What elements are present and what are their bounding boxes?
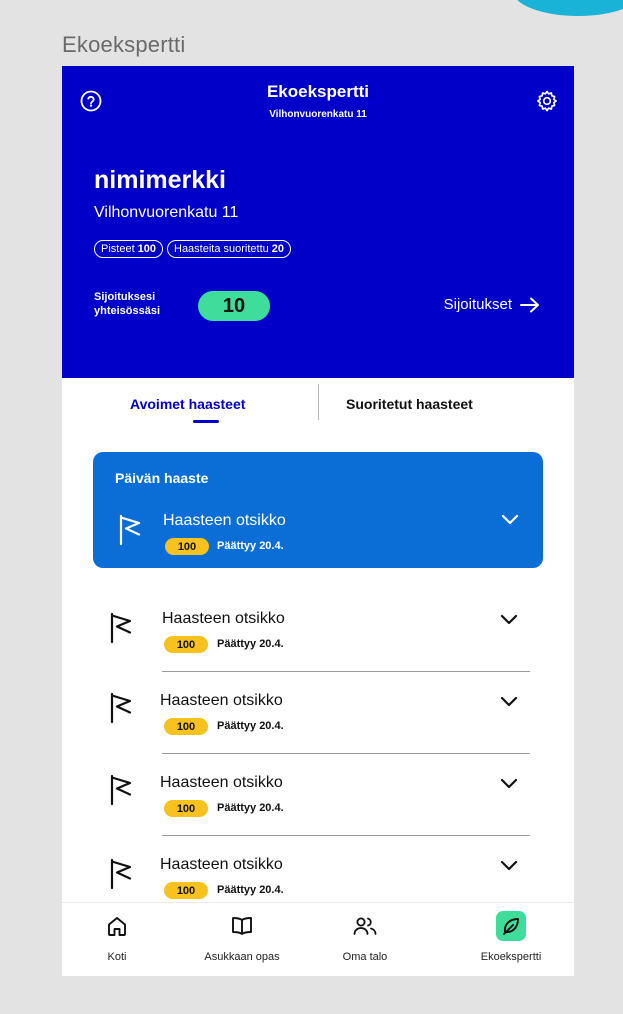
phone-screen: Ekoekspertti Vilhonvuorenkatu 11 nimimer… bbox=[62, 66, 574, 976]
leaf-icon bbox=[496, 911, 526, 941]
end-date: Päättyy 20.4. bbox=[217, 638, 284, 650]
gear-icon[interactable] bbox=[534, 88, 560, 114]
nav-item-ekoekspertti[interactable]: Ekoekspertti bbox=[458, 903, 564, 976]
row-divider bbox=[162, 835, 530, 836]
header: Ekoekspertti Vilhonvuorenkatu 11 nimimer… bbox=[62, 66, 574, 378]
completed-pill-label: Haasteita suoritettu bbox=[174, 243, 269, 255]
header-wave bbox=[62, 352, 574, 374]
daily-challenge-title: Haasteen otsikko bbox=[163, 512, 286, 529]
corner-accent bbox=[513, 0, 623, 16]
nav-item-oma-talo[interactable]: Oma talo bbox=[330, 903, 400, 976]
nav-label: Ekoekspertti bbox=[480, 951, 542, 963]
chevron-down-icon[interactable] bbox=[501, 514, 519, 526]
nav-item-asukkaan-opas[interactable]: Asukkaan opas bbox=[182, 903, 302, 976]
tab-divider bbox=[318, 384, 319, 420]
end-date: Päättyy 20.4. bbox=[217, 802, 284, 814]
end-date: Päättyy 20.4. bbox=[217, 720, 284, 732]
chevron-down-icon[interactable] bbox=[500, 696, 518, 708]
stats-pills: Pisteet 100 Haasteita suoritettu 20 bbox=[94, 240, 292, 258]
nav-label: Asukkaan opas bbox=[204, 951, 280, 963]
points-pill-label: Pisteet bbox=[101, 243, 135, 255]
points-badge: 100 bbox=[165, 538, 209, 555]
rankings-link-label: Sijoitukset bbox=[443, 296, 512, 313]
nav-label: Koti bbox=[107, 951, 127, 963]
row-divider bbox=[162, 753, 530, 754]
active-tab-indicator bbox=[193, 420, 219, 423]
challenge-row[interactable]: Haasteen otsikko 100 Päättyy 20.4. bbox=[62, 760, 574, 842]
user-address: Vilhonvuorenkatu 11 bbox=[94, 204, 239, 221]
challenge-row[interactable]: Haasteen otsikko 100 Päättyy 20.4. bbox=[62, 678, 574, 760]
chevron-down-icon[interactable] bbox=[500, 860, 518, 872]
challenge-row[interactable]: Haasteen otsikko 100 Päättyy 20.4. bbox=[62, 596, 574, 678]
daily-challenge-card[interactable]: Päivän haaste Haasteen otsikko 100 Päätt… bbox=[93, 452, 543, 568]
nickname: nimimerkki bbox=[94, 166, 227, 194]
flag-icon bbox=[110, 612, 132, 644]
nav-label: Oma talo bbox=[342, 951, 388, 963]
points-badge: 100 bbox=[164, 882, 208, 899]
points-pill-value: 100 bbox=[137, 243, 156, 255]
end-date: Päättyy 20.4. bbox=[217, 540, 284, 552]
rank-label-line1: Sijoituksesi bbox=[94, 291, 156, 303]
daily-challenge-heading: Päivän haaste bbox=[115, 470, 209, 486]
row-divider bbox=[162, 671, 530, 672]
points-pill: Pisteet 100 bbox=[94, 240, 163, 258]
tab-open-challenges[interactable]: Avoimet haasteet bbox=[130, 396, 245, 412]
bottom-nav: Koti Asukkaan opas Oma talo Ekoekspertti bbox=[62, 902, 574, 976]
rank-label-line2: yhteisössäsi bbox=[94, 305, 161, 317]
chevron-down-icon[interactable] bbox=[500, 614, 518, 626]
completed-pill: Haasteita suoritettu 20 bbox=[167, 240, 292, 258]
app-title: Ekoekspertti bbox=[266, 82, 370, 101]
points-badge: 100 bbox=[164, 718, 208, 735]
end-date: Päättyy 20.4. bbox=[217, 884, 284, 896]
users-icon bbox=[350, 911, 380, 941]
flag-icon bbox=[119, 514, 141, 546]
arrow-right-icon bbox=[520, 297, 539, 312]
app-subtitle: Vilhonvuorenkatu 11 bbox=[269, 109, 367, 120]
tab-completed-challenges[interactable]: Suoritetut haasteet bbox=[346, 396, 473, 412]
nav-item-koti[interactable]: Koti bbox=[92, 903, 142, 976]
chevron-down-icon[interactable] bbox=[500, 778, 518, 790]
challenge-title: Haasteen otsikko bbox=[160, 774, 283, 791]
flag-icon bbox=[110, 692, 132, 724]
challenge-tabs: Avoimet haasteet Suoritetut haasteet bbox=[62, 384, 574, 444]
completed-pill-value: 20 bbox=[271, 243, 285, 255]
rank-label: Sijoituksesi yhteisössäsi bbox=[94, 290, 160, 318]
challenge-title: Haasteen otsikko bbox=[162, 610, 285, 627]
rank-badge: 10 bbox=[198, 291, 270, 321]
frame-label: Ekoekspertti bbox=[62, 32, 186, 57]
rankings-link[interactable]: Sijoitukset bbox=[444, 296, 540, 313]
home-icon bbox=[102, 911, 132, 941]
challenge-title: Haasteen otsikko bbox=[160, 692, 283, 709]
points-badge: 100 bbox=[164, 800, 208, 817]
flag-icon bbox=[110, 858, 132, 890]
flag-icon bbox=[110, 774, 132, 806]
challenge-title: Haasteen otsikko bbox=[160, 856, 283, 873]
points-badge: 100 bbox=[164, 636, 208, 653]
book-icon bbox=[227, 911, 257, 941]
